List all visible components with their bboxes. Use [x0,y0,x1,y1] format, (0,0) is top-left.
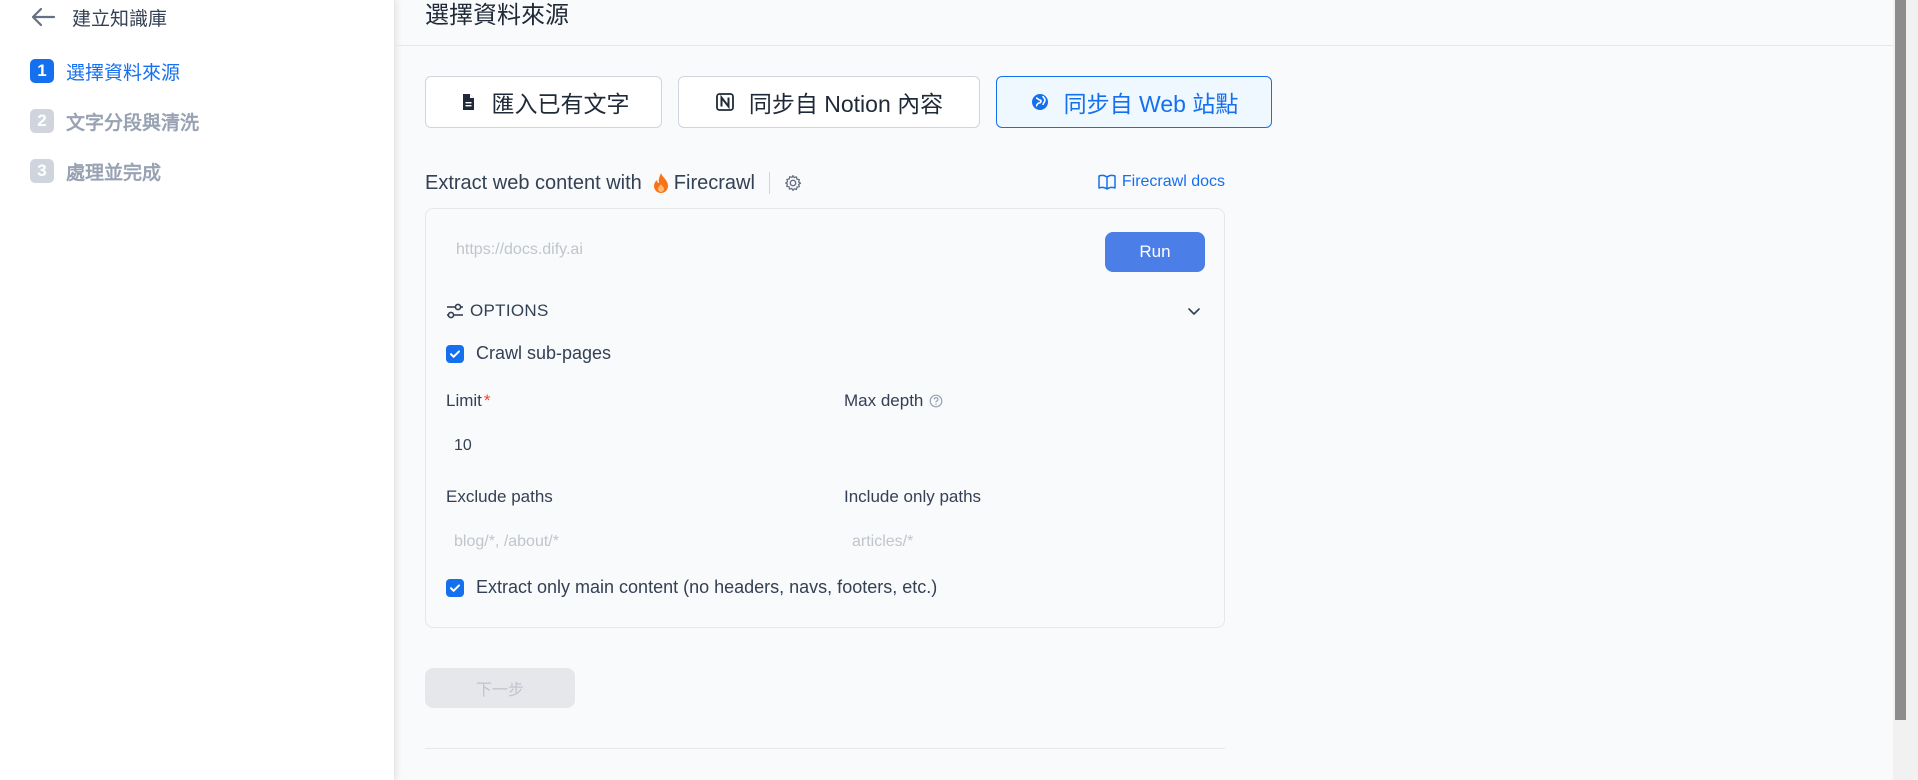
docs-link-label: Firecrawl docs [1121,173,1225,190]
globe-icon [1031,94,1048,110]
divider [395,45,1893,46]
notion-icon [715,93,734,111]
url-input[interactable] [444,233,1084,267]
page-title: 選擇資料來源 [425,2,569,29]
options-label: OPTIONS [470,301,549,320]
chevron-down-icon [1188,308,1200,315]
tab-web-sync[interactable]: 同步自 Web 站點 [996,76,1272,128]
divider [768,172,770,194]
checkbox-label: Extract only main content (no headers, n… [476,577,938,597]
book-open-icon [1098,174,1116,190]
firecrawl-docs-link[interactable]: Firecrawl docs [1098,173,1225,191]
check-icon [450,349,460,358]
exclude-paths-input[interactable] [446,525,786,559]
help-circle-icon[interactable] [929,394,943,408]
crawl-options-panel: Run OPTIONS Crawl sub-pages Limit* Max d… [425,208,1225,628]
sidebar: 建立知識庫 1 選擇資料來源 2 文字分段與清洗 3 處理並完成 [0,0,395,780]
step-2: 2 文字分段與清洗 [30,108,199,134]
extract-text: Extract web content with [425,171,642,194]
step-label: 處理並完成 [66,162,162,184]
back-button[interactable]: 建立知識庫 [30,4,167,30]
datasource-tabs: 匯入已有文字 同步自 Notion 內容 同步自 Web 站點 [425,76,1272,128]
step-label: 選擇資料來源 [66,62,181,84]
checkbox-label: Crawl sub-pages [476,343,612,363]
crawl-sub-pages-checkbox[interactable]: Crawl sub-pages [446,343,611,364]
options-toggle[interactable]: OPTIONS [446,299,1208,323]
arrow-left-icon [31,7,56,27]
max-depth-input[interactable] [844,429,1184,463]
run-button[interactable]: Run [1105,232,1205,272]
scrollbar[interactable] [1893,0,1918,780]
step-number: 3 [30,159,54,183]
limit-label-text: Limit [446,391,482,410]
file-icon [462,94,474,110]
check-icon [450,583,460,592]
required-marker: * [483,391,491,410]
tab-label: 匯入已有文字 [491,91,630,117]
tab-notion-sync[interactable]: 同步自 Notion 內容 [678,76,980,128]
step-1: 1 選擇資料來源 [30,58,199,84]
step-3: 3 處理並完成 [30,158,199,184]
main-content: 選擇資料來源 匯入已有文字 同步自 Notion 內容 同步自 Web 站點 E… [395,0,1893,780]
gear-icon[interactable] [784,174,802,192]
step-number: 2 [30,109,54,133]
tab-import-text[interactable]: 匯入已有文字 [425,76,662,128]
tab-label: 同步自 Notion 內容 [748,91,944,117]
limit-label: Limit * [446,391,491,411]
step-label: 文字分段與清洗 [66,112,200,134]
checkbox-checked[interactable] [446,344,464,363]
flame-icon [653,173,668,193]
limit-input[interactable] [446,429,746,463]
step-number: 1 [30,59,54,83]
max-depth-label: Max depth [844,391,943,411]
include-paths-input[interactable] [844,525,1184,559]
back-label: 建立知識庫 [72,8,168,30]
provider-name: Firecrawl [673,171,755,194]
scrollbar-thumb[interactable] [1895,0,1906,720]
extract-main-content-checkbox[interactable]: Extract only main content (no headers, n… [446,577,937,598]
checkbox-checked[interactable] [446,578,464,597]
steps-list: 1 選擇資料來源 2 文字分段與清洗 3 處理並完成 [30,58,199,208]
tab-label: 同步自 Web 站點 [1063,91,1239,117]
max-depth-label-text: Max depth [844,391,924,410]
include-paths-label: Include only paths [844,487,982,506]
exclude-paths-label: Exclude paths [446,487,553,506]
divider [425,748,1225,749]
extract-header: Extract web content with Firecrawl Firec… [425,170,1225,196]
settings-sliders-icon [447,303,463,319]
next-step-button[interactable]: 下一步 [425,668,575,708]
